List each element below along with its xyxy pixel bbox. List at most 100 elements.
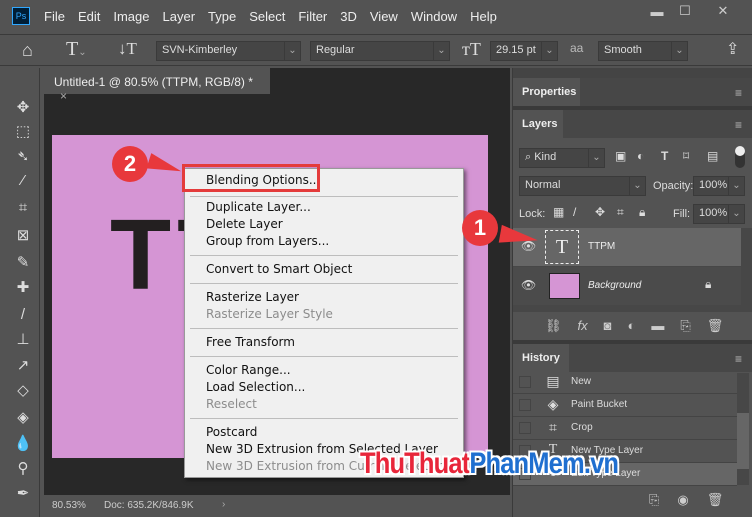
history-item[interactable]: ⌗ Crop [513,417,737,440]
antialias-select[interactable]: Smooth ⌄ [598,41,688,61]
maximize-icon[interactable]: ☐ [668,0,702,22]
history-tab[interactable]: History [513,344,569,372]
lock-transparency-icon[interactable]: ▦ [553,205,564,219]
lock-artboard-icon[interactable]: ⌗ [617,205,624,220]
pixel-filter-icon[interactable]: ▣ [615,149,626,163]
blur-tool-icon[interactable]: 💧 [12,434,34,454]
fx-icon[interactable]: fx [578,318,588,340]
menu-item-group-from-layers[interactable]: Group from Layers... [206,233,329,250]
layer-row-ttpm[interactable]: 👁︎ T TTPM [513,228,741,266]
trash-icon[interactable]: 🗑︎ [707,318,724,340]
layers-tab[interactable]: Layers [513,110,563,138]
properties-tab[interactable]: Properties [513,78,580,106]
eraser-tool-icon[interactable]: ◇ [12,381,34,401]
photoshop-logo: Ps [12,7,30,25]
close-icon[interactable]: ✕ [706,0,740,22]
menu-item-convert-smart-object[interactable]: Convert to Smart Object [206,261,352,278]
close-tab-icon[interactable]: × [60,89,67,103]
adjustment-filter-icon[interactable]: ◐ [637,149,644,163]
chevron-right-icon[interactable]: › [222,499,225,510]
font-style-select[interactable]: Regular ⌄ [310,41,450,61]
history-item[interactable]: ◈ Paint Bucket [513,394,737,417]
camera-icon[interactable]: ◉ [677,492,688,508]
menu-item-delete-layer[interactable]: Delete Layer [206,216,283,233]
menu-file[interactable]: File [44,9,65,24]
font-size-select[interactable]: 29.15 pt ⌄ [490,41,558,61]
lock-position-icon[interactable]: ✥ [595,205,605,219]
text-orientation-icon[interactable]: ↓T [118,39,137,59]
share-icon[interactable]: ⇪ [726,39,739,59]
menu-help[interactable]: Help [470,9,497,24]
paint-bucket-tool-icon[interactable]: ◈ [12,408,34,428]
menu-image[interactable]: Image [113,9,149,24]
menu-item-free-transform[interactable]: Free Transform [206,334,295,351]
layer-filter-value: Kind [534,151,557,163]
menu-3d[interactable]: 3D [340,9,357,24]
panel-menu-icon[interactable]: ≡ [735,352,742,366]
adjustment-layer-icon[interactable]: ◐ [628,318,636,340]
new-document-from-state-icon[interactable]: ⎘ [649,492,659,508]
document-tab[interactable]: Untitled-1 @ 80.5% (TTPM, RGB/8) * × [44,68,270,103]
clone-stamp-tool-icon[interactable]: ⊥ [12,330,34,350]
lock-icon: 🔒︎ [705,277,712,291]
layer-mask-icon[interactable]: ◙ [604,318,612,340]
healing-brush-tool-icon[interactable]: ✚ [12,278,34,298]
new-group-icon[interactable]: ▬ [651,318,664,340]
font-family-select[interactable]: SVN-Kimberley ⌄ [156,41,301,61]
chevron-down-icon: ⌄ [433,42,449,60]
magic-wand-tool-icon[interactable]: ⁄ [12,171,34,191]
trash-icon[interactable]: 🗑︎ [707,492,724,508]
zoom-level[interactable]: 80.53% [52,500,86,511]
shape-filter-icon[interactable]: ⌑ [683,149,689,163]
link-layers-icon[interactable]: ⛓ [545,318,562,340]
history-scrollbar[interactable] [737,373,749,485]
menu-edit[interactable]: Edit [78,9,100,24]
menu-select[interactable]: Select [249,9,285,24]
menu-filter[interactable]: Filter [298,9,327,24]
move-tool-icon[interactable]: ✥ [12,98,34,118]
fill-input[interactable]: 100% ⌄ [693,204,745,224]
filter-toggle[interactable] [735,146,745,168]
new-layer-icon[interactable]: ⎘ [680,318,690,340]
history-brush-tool-icon[interactable]: ↗ [12,356,34,376]
home-icon[interactable]: ⌂ [22,40,33,61]
lasso-tool-icon[interactable]: ➴ [12,147,34,167]
menu-item-rasterize-layer[interactable]: Rasterize Layer [206,289,299,306]
dodge-tool-icon[interactable]: ⚲ [12,459,34,479]
lock-all-icon[interactable]: 🔒︎ [639,205,645,220]
menu-type[interactable]: Type [208,9,236,24]
history-checkbox[interactable] [519,422,531,434]
history-checkbox[interactable] [519,376,531,388]
menu-view[interactable]: View [370,9,398,24]
brush-tool-icon[interactable]: / [12,305,34,325]
menu-item-load-selection[interactable]: Load Selection... [206,379,305,396]
menu-layer[interactable]: Layer [163,9,196,24]
panel-collapse-bar[interactable] [513,68,752,78]
opacity-input[interactable]: 100% ⌄ [693,176,745,196]
crop-tool-icon[interactable]: ⌗ [12,198,34,218]
step-2-badge: 2 [112,146,148,182]
options-bar: ⌂ T⌄ ↓T SVN-Kimberley ⌄ Regular ⌄ ᴛT 29.15… [0,34,752,66]
panel-menu-icon[interactable]: ≡ [735,118,742,132]
eyedropper-tool-icon[interactable]: ✎ [12,253,34,273]
marquee-tool-icon[interactable]: ⬚ [12,122,34,142]
panel-menu-icon[interactable]: ≡ [735,86,742,100]
menu-item-postcard[interactable]: Postcard [206,424,257,441]
layer-row-background[interactable]: 👁︎ Background 🔒︎ [513,267,741,305]
lock-pixels-icon[interactable]: / [573,205,576,219]
type-tool-icon[interactable]: T⌄ [66,38,87,61]
type-filter-icon[interactable]: T [661,149,668,163]
history-checkbox[interactable] [519,399,531,411]
menu-item-duplicate-layer[interactable]: Duplicate Layer... [206,199,311,216]
pen-tool-icon[interactable]: ✒ [12,484,34,504]
menu-window[interactable]: Window [411,9,457,24]
eye-icon[interactable]: 👁︎ [521,278,536,292]
menu-item-color-range[interactable]: Color Range... [206,362,291,379]
history-label: New [571,376,592,387]
frame-tool-icon[interactable]: ⊠ [12,226,34,246]
history-item[interactable]: ▤ New [513,371,737,394]
layer-filter-select[interactable]: ⌕ Kind ⌄ [519,148,605,168]
document-icon: ▤ [546,373,560,389]
smart-object-filter-icon[interactable]: ▤ [707,149,718,163]
blend-mode-select[interactable]: Normal ⌄ [519,176,646,196]
